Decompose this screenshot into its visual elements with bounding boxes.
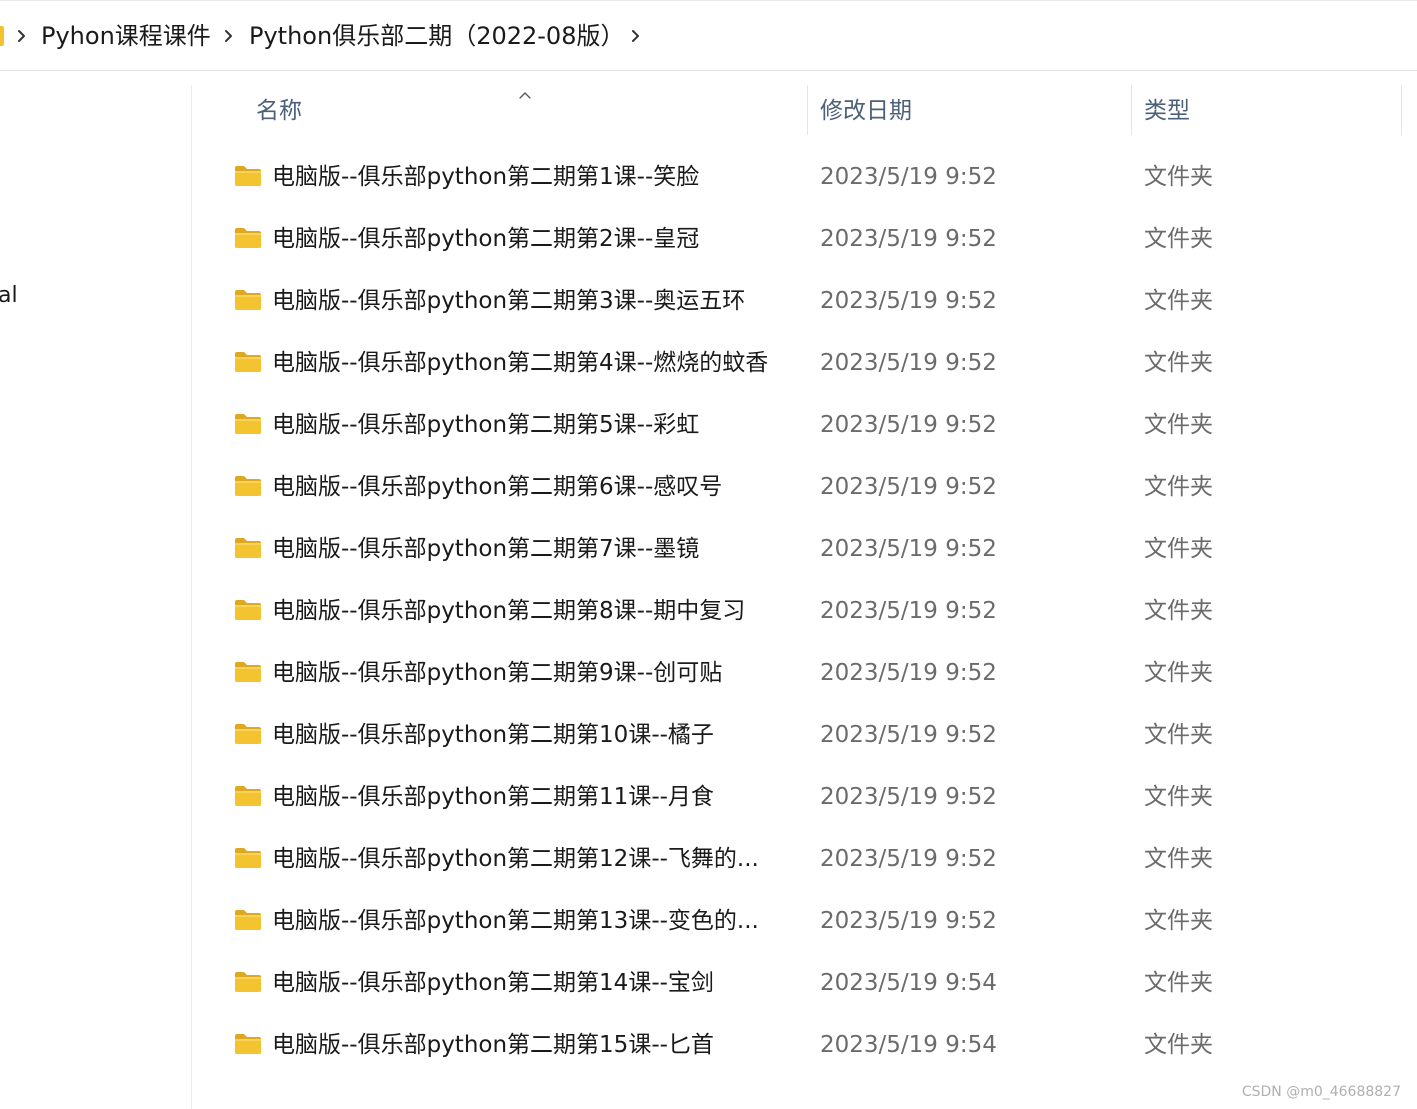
file-row[interactable]: 电脑版--俱乐部python第二期第10课--橘子 2023/5/19 9:52 文… <box>192 704 1417 766</box>
file-type: 文件夹 <box>1144 660 1213 686</box>
file-type: 文件夹 <box>1144 474 1213 500</box>
file-row[interactable]: 电脑版--俱乐部python第二期第13课--变色的... 2023/5/19 9… <box>192 890 1417 952</box>
chevron-right-icon[interactable] <box>628 24 644 48</box>
file-row[interactable]: 电脑版--俱乐部python第二期第6课--感叹号 2023/5/19 9:52 文… <box>192 456 1417 518</box>
file-row[interactable]: 电脑版--俱乐部python第二期第3课--奥运五环 2023/5/19 9:52… <box>192 270 1417 332</box>
file-row[interactable]: 电脑版--俱乐部python第二期第15课--匕首 2023/5/19 9:54 文… <box>192 1014 1417 1076</box>
file-modified-date: 2023/5/19 9:52 <box>820 226 997 252</box>
file-type: 文件夹 <box>1144 1032 1213 1058</box>
file-type: 文件夹 <box>1144 846 1213 872</box>
folder-icon <box>234 351 262 373</box>
file-type: 文件夹 <box>1144 164 1213 190</box>
file-modified-date: 2023/5/19 9:52 <box>820 474 997 500</box>
file-modified-date: 2023/5/19 9:52 <box>820 164 997 190</box>
folder-icon <box>234 785 262 807</box>
file-name[interactable]: 电脑版--俱乐部python第二期第2课--皇冠 <box>272 208 699 270</box>
file-type: 文件夹 <box>1144 722 1213 748</box>
file-modified-date: 2023/5/19 9:52 <box>820 598 997 624</box>
file-modified-date: 2023/5/19 9:52 <box>820 536 997 562</box>
file-row[interactable]: 电脑版--俱乐部python第二期第2课--皇冠 2023/5/19 9:52 文件… <box>192 208 1417 270</box>
column-divider[interactable] <box>1131 85 1132 135</box>
folder-icon <box>234 971 262 993</box>
column-divider[interactable] <box>1401 85 1402 135</box>
file-row[interactable]: 电脑版--俱乐部python第二期第4课--燃烧的蚊香 2023/5/19 9:5… <box>192 332 1417 394</box>
file-name[interactable]: 电脑版--俱乐部python第二期第5课--彩虹 <box>272 394 699 456</box>
folder-icon <box>234 661 262 683</box>
column-header-date[interactable]: 修改日期 <box>820 85 912 137</box>
sort-ascending-icon <box>518 85 532 99</box>
navigation-pane[interactable]: al <box>0 85 192 1109</box>
file-modified-date: 2023/5/19 9:52 <box>820 846 997 872</box>
file-name[interactable]: 电脑版--俱乐部python第二期第4课--燃烧的蚊香 <box>272 332 768 394</box>
file-type: 文件夹 <box>1144 350 1213 376</box>
file-row[interactable]: 电脑版--俱乐部python第二期第11课--月食 2023/5/19 9:52 文… <box>192 766 1417 828</box>
folder-icon <box>234 413 262 435</box>
file-type: 文件夹 <box>1144 288 1213 314</box>
folder-icon <box>234 475 262 497</box>
file-name[interactable]: 电脑版--俱乐部python第二期第8课--期中复习 <box>272 580 745 642</box>
window-top-edge <box>0 0 1417 1</box>
folder-icon <box>234 537 262 559</box>
folder-icon <box>234 723 262 745</box>
file-modified-date: 2023/5/19 9:52 <box>820 350 997 376</box>
folder-icon <box>234 909 262 931</box>
chevron-right-icon[interactable] <box>221 24 237 48</box>
file-name[interactable]: 电脑版--俱乐部python第二期第6课--感叹号 <box>272 456 722 518</box>
file-type: 文件夹 <box>1144 536 1213 562</box>
file-row[interactable]: 电脑版--俱乐部python第二期第12课--飞舞的... 2023/5/19 9… <box>192 828 1417 890</box>
file-type: 文件夹 <box>1144 970 1213 996</box>
nav-item-partial[interactable]: al <box>0 283 18 308</box>
watermark: CSDN @m0_46688827 <box>1241 1084 1401 1100</box>
file-type: 文件夹 <box>1144 598 1213 624</box>
file-name[interactable]: 电脑版--俱乐部python第二期第11课--月食 <box>272 766 714 828</box>
breadcrumb-item-course-materials[interactable]: Pyhon课程课件 <box>41 18 211 54</box>
file-name[interactable]: 电脑版--俱乐部python第二期第12课--飞舞的... <box>272 828 759 890</box>
file-list[interactable]: 名称 修改日期 类型 电脑版--俱乐部python第二期第1课--笑脸 2023/… <box>192 85 1417 1109</box>
file-type: 文件夹 <box>1144 226 1213 252</box>
breadcrumb-item-club-phase-two[interactable]: Python俱乐部二期（2022-08版） <box>249 18 624 54</box>
file-modified-date: 2023/5/19 9:52 <box>820 722 997 748</box>
column-divider[interactable] <box>807 85 808 135</box>
folder-icon <box>234 599 262 621</box>
file-name[interactable]: 电脑版--俱乐部python第二期第1课--笑脸 <box>272 146 699 208</box>
file-modified-date: 2023/5/19 9:54 <box>820 1032 997 1058</box>
file-name[interactable]: 电脑版--俱乐部python第二期第14课--宝剑 <box>272 952 714 1014</box>
file-modified-date: 2023/5/19 9:52 <box>820 784 997 810</box>
file-name[interactable]: 电脑版--俱乐部python第二期第7课--墨镜 <box>272 518 699 580</box>
file-type: 文件夹 <box>1144 908 1213 934</box>
file-row[interactable]: 电脑版--俱乐部python第二期第8课--期中复习 2023/5/19 9:52… <box>192 580 1417 642</box>
file-type: 文件夹 <box>1144 784 1213 810</box>
file-name[interactable]: 电脑版--俱乐部python第二期第15课--匕首 <box>272 1014 714 1076</box>
file-row[interactable]: 电脑版--俱乐部python第二期第9课--创可贴 2023/5/19 9:52 文… <box>192 642 1417 704</box>
address-bar[interactable]: Pyhon课程课件 Python俱乐部二期（2022-08版） <box>0 0 1417 71</box>
file-modified-date: 2023/5/19 9:54 <box>820 970 997 996</box>
folder-icon <box>234 165 262 187</box>
file-row[interactable]: 电脑版--俱乐部python第二期第1课--笑脸 2023/5/19 9:52 文件… <box>192 146 1417 208</box>
folder-icon <box>234 847 262 869</box>
file-modified-date: 2023/5/19 9:52 <box>820 288 997 314</box>
file-modified-date: 2023/5/19 9:52 <box>820 412 997 438</box>
folder-icon <box>234 227 262 249</box>
file-row[interactable]: 电脑版--俱乐部python第二期第5课--彩虹 2023/5/19 9:52 文件… <box>192 394 1417 456</box>
folder-icon <box>234 1033 262 1055</box>
file-modified-date: 2023/5/19 9:52 <box>820 908 997 934</box>
location-folder-icon <box>0 26 4 46</box>
file-name[interactable]: 电脑版--俱乐部python第二期第9课--创可贴 <box>272 642 722 704</box>
column-header-name[interactable]: 名称 <box>256 85 302 137</box>
file-name[interactable]: 电脑版--俱乐部python第二期第3课--奥运五环 <box>272 270 745 332</box>
file-row[interactable]: 电脑版--俱乐部python第二期第14课--宝剑 2023/5/19 9:54 文… <box>192 952 1417 1014</box>
file-name[interactable]: 电脑版--俱乐部python第二期第13课--变色的... <box>272 890 759 952</box>
folder-icon <box>234 289 262 311</box>
chevron-right-icon[interactable] <box>14 24 30 48</box>
file-modified-date: 2023/5/19 9:52 <box>820 660 997 686</box>
file-type: 文件夹 <box>1144 412 1213 438</box>
file-name[interactable]: 电脑版--俱乐部python第二期第10课--橘子 <box>272 704 714 766</box>
file-row[interactable]: 电脑版--俱乐部python第二期第7课--墨镜 2023/5/19 9:52 文件… <box>192 518 1417 580</box>
column-header-type[interactable]: 类型 <box>1144 85 1190 137</box>
